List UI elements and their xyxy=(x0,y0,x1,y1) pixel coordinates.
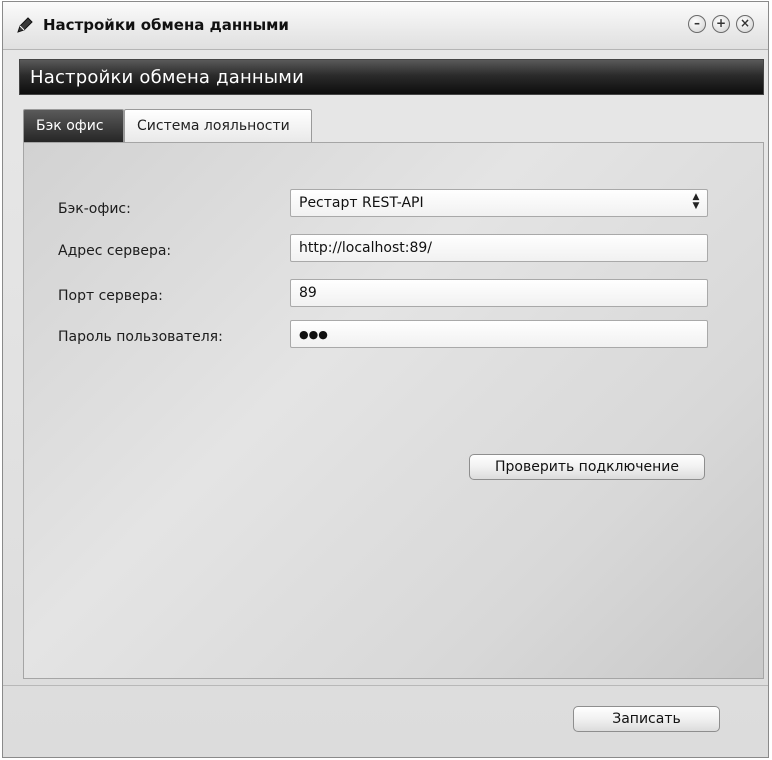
header-bar: Настройки обмена данными xyxy=(19,59,764,95)
server-port-input[interactable]: 89 xyxy=(290,279,708,307)
backoffice-select[interactable]: Рестарт REST-API ▲ ▼ xyxy=(290,189,708,217)
backoffice-select-value: Рестарт REST-API xyxy=(299,195,424,211)
save-button[interactable]: Записать xyxy=(573,706,720,732)
tab-loyalty-system[interactable]: Система лояльности xyxy=(124,109,312,142)
close-button[interactable]: × xyxy=(736,15,754,33)
tab-back-office[interactable]: Бэк офис xyxy=(23,109,124,142)
tab-panel: Бэк-офис: Рестарт REST-API ▲ ▼ Адрес серв… xyxy=(23,142,764,679)
test-connection-button[interactable]: Проверить подключение xyxy=(469,454,705,480)
server-address-label: Адрес сервера: xyxy=(58,243,172,259)
footer-divider xyxy=(3,685,768,686)
user-password-input[interactable]: ●●● xyxy=(290,320,708,348)
backoffice-label: Бэк-офис: xyxy=(58,201,131,217)
server-port-label: Порт сервера: xyxy=(58,288,163,304)
window-title: Настройки обмена данными xyxy=(43,16,289,34)
spinner-arrows-icon: ▲ ▼ xyxy=(692,192,700,211)
settings-window: Настройки обмена данными – + × Настройки… xyxy=(2,1,769,758)
pencil-icon xyxy=(17,17,33,33)
title-bar[interactable]: Настройки обмена данными – + × xyxy=(3,2,768,50)
user-password-label: Пароль пользователя: xyxy=(58,329,223,345)
maximize-button[interactable]: + xyxy=(712,15,730,33)
server-address-input[interactable]: http://localhost:89/ xyxy=(290,234,708,262)
minimize-button[interactable]: – xyxy=(688,15,706,33)
header-title: Настройки обмена данными xyxy=(30,67,304,88)
